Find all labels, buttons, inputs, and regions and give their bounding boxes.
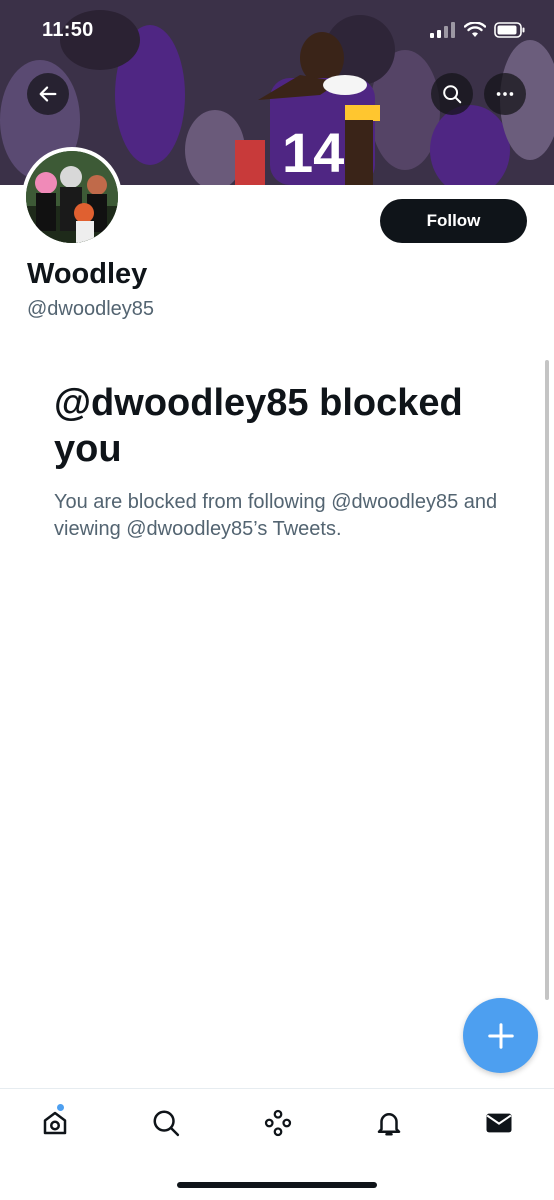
- tab-home[interactable]: [33, 1101, 77, 1145]
- search-button[interactable]: [431, 73, 473, 115]
- search-icon: [153, 1110, 180, 1137]
- profile-screen: 14 11:50 Follow Woodley @dwoodley85 @dwo…: [0, 0, 554, 1200]
- mail-icon: [486, 1113, 512, 1133]
- spaces-icon: [264, 1109, 292, 1137]
- arrow-left-icon: [39, 86, 57, 102]
- compose-tweet-button[interactable]: [463, 998, 538, 1073]
- status-bar: 11:50: [0, 0, 554, 60]
- home-icon: [43, 1111, 67, 1135]
- blocked-description: You are blocked from following @dwoodley…: [54, 491, 498, 540]
- tab-messages[interactable]: [477, 1101, 521, 1145]
- home-indicator[interactable]: [177, 1182, 377, 1188]
- tab-spaces[interactable]: [256, 1101, 300, 1145]
- battery-icon: [494, 22, 525, 38]
- svg-text:14: 14: [282, 121, 344, 184]
- bell-icon: [377, 1113, 401, 1136]
- plus-icon: [487, 1022, 514, 1049]
- notification-dot: [57, 1104, 64, 1111]
- display-name: Woodley: [27, 258, 148, 290]
- back-button[interactable]: [27, 73, 69, 115]
- status-icons: [430, 22, 526, 38]
- follow-button[interactable]: Follow: [380, 199, 527, 243]
- tab-notifications[interactable]: [367, 1101, 411, 1145]
- wifi-icon: [464, 22, 486, 37]
- profile-handle: @dwoodley85: [27, 298, 155, 320]
- more-button[interactable]: [484, 73, 526, 115]
- cellular-signal-icon: [430, 22, 455, 38]
- scrollbar[interactable]: [545, 360, 549, 1000]
- status-time: 11:50: [42, 18, 94, 41]
- more-dots-icon: [496, 92, 514, 96]
- avatar[interactable]: [22, 147, 122, 247]
- tab-search[interactable]: [144, 1101, 188, 1145]
- search-icon: [443, 85, 462, 104]
- avatar-image: [26, 151, 118, 243]
- blocked-title: @dwoodley85 blocked you: [54, 382, 463, 470]
